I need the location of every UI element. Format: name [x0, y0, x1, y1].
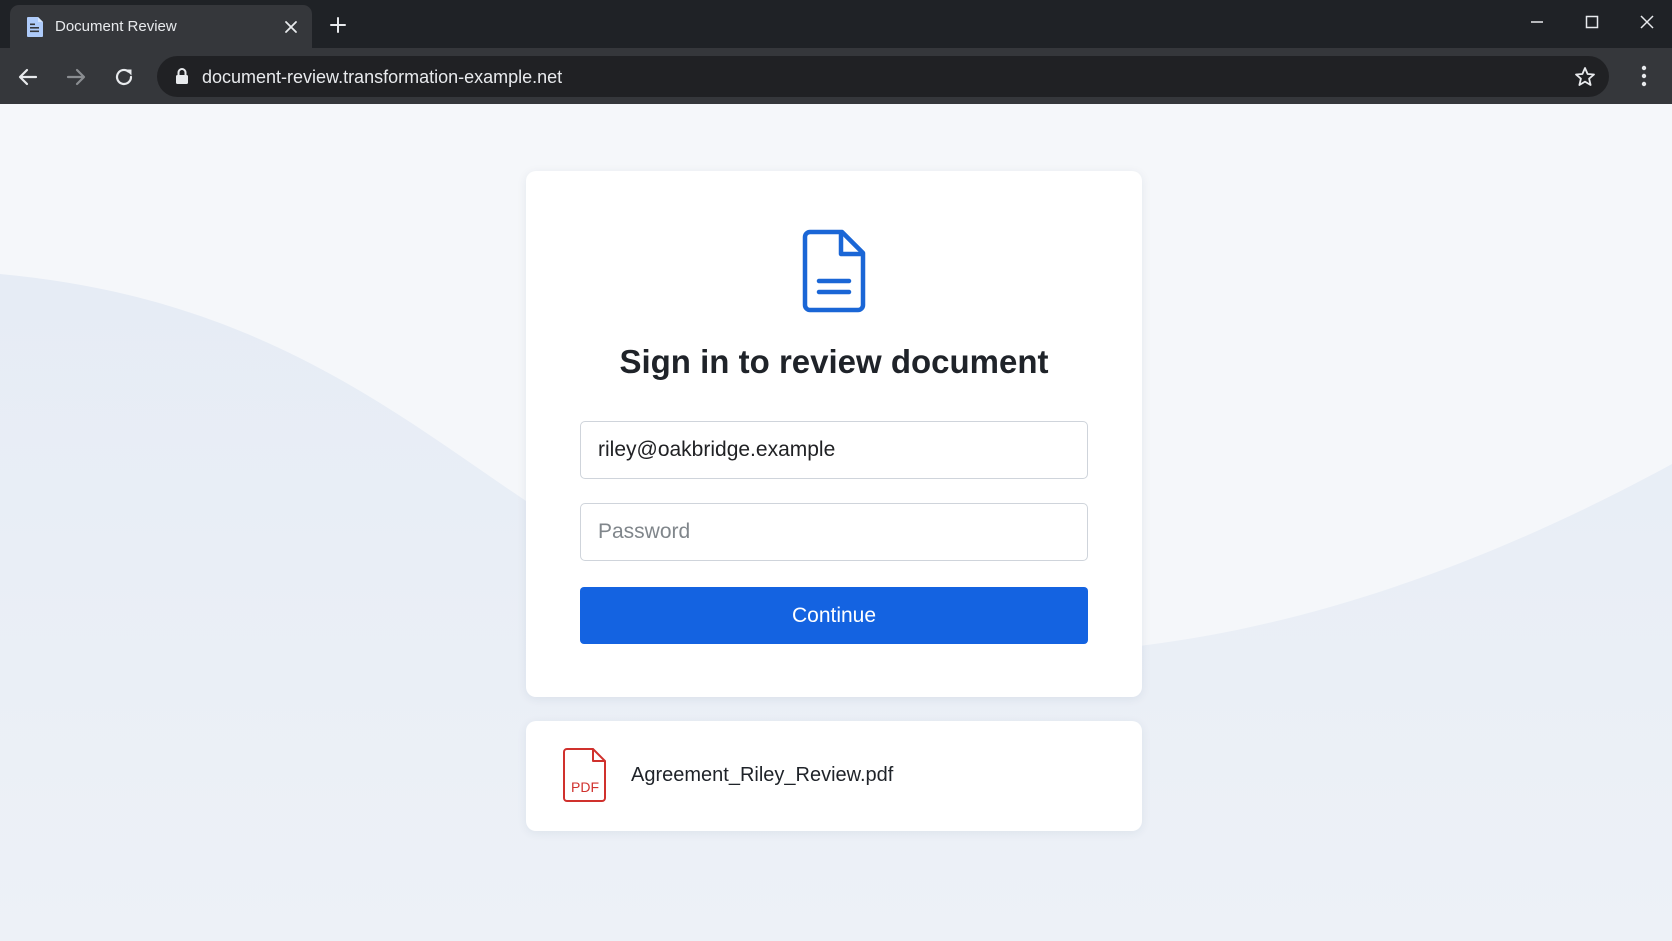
address-bar[interactable]: document-review.transformation-example.n… [157, 56, 1609, 97]
file-name: Agreement_Riley_Review.pdf [631, 764, 894, 786]
browser-menu-icon[interactable] [1632, 61, 1656, 91]
signin-card: Sign in to review document Continue [526, 171, 1142, 697]
page-title: Sign in to review document [619, 343, 1049, 380]
maximize-icon[interactable] [1579, 9, 1605, 35]
new-tab-icon[interactable] [326, 13, 350, 37]
minimize-icon[interactable] [1524, 9, 1550, 35]
attachment-card[interactable]: PDF Agreement_Riley_Review.pdf [526, 721, 1142, 831]
close-tab-icon[interactable] [280, 16, 302, 38]
close-window-icon[interactable] [1634, 9, 1660, 35]
password-field[interactable] [580, 503, 1088, 561]
pdf-type-label: PDF [571, 779, 599, 795]
browser-toolbar: document-review.transformation-example.n… [0, 48, 1672, 104]
back-arrow-icon[interactable] [13, 62, 43, 92]
lock-icon [176, 68, 188, 84]
url-text: document-review.transformation-example.n… [202, 67, 563, 87]
document-icon [802, 229, 866, 313]
browser-tabstrip: Document Review [0, 0, 1672, 48]
reload-icon[interactable] [109, 62, 139, 92]
continue-button[interactable]: Continue [580, 587, 1088, 644]
document-favicon-icon [27, 17, 43, 37]
email-field[interactable] [580, 421, 1088, 479]
browser-tab[interactable]: Document Review [10, 5, 312, 48]
bookmark-star-icon[interactable] [1573, 65, 1597, 89]
forward-arrow-icon[interactable] [61, 62, 91, 92]
tab-title: Document Review [55, 18, 177, 35]
page-viewport: Sign in to review document Continue PDF … [0, 104, 1672, 941]
